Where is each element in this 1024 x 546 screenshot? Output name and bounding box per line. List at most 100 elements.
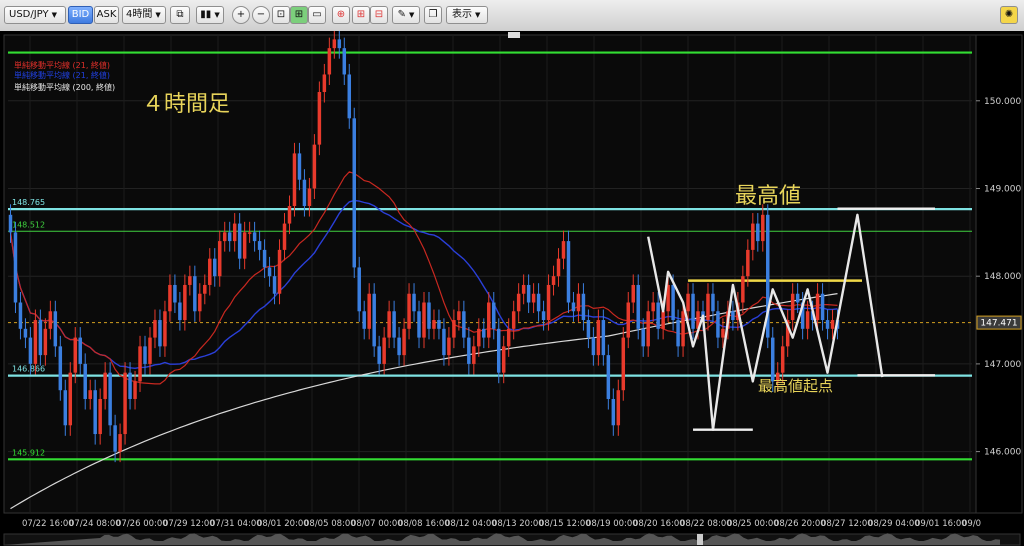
candle-body bbox=[407, 293, 411, 329]
candle-body bbox=[621, 337, 626, 391]
high-annotation: 最高値 bbox=[735, 184, 801, 209]
candle-body bbox=[412, 293, 416, 312]
candle-body bbox=[636, 284, 640, 329]
candle-body bbox=[242, 232, 247, 259]
bid-button[interactable]: BID bbox=[68, 6, 93, 24]
symbol-select[interactable]: USD/JPY ▼ bbox=[4, 6, 66, 24]
bar-chart-icon[interactable]: ▮▮ ▼ bbox=[196, 6, 224, 24]
candle-body bbox=[417, 311, 421, 338]
copy-icon[interactable]: ❐ bbox=[424, 6, 442, 24]
candle-body bbox=[158, 320, 162, 347]
symbol-label: USD/JPY bbox=[9, 9, 49, 20]
timeframe-select[interactable]: 4時間 ▼ bbox=[122, 6, 166, 24]
candle-body bbox=[721, 328, 725, 338]
candle-body bbox=[322, 74, 327, 93]
candle-body bbox=[641, 328, 645, 347]
candle-body bbox=[307, 188, 312, 207]
pencil-icon[interactable]: ✎ ▼ bbox=[392, 6, 420, 24]
candle-body bbox=[103, 372, 107, 399]
candle-body bbox=[53, 311, 58, 347]
candle-body bbox=[262, 249, 267, 268]
candle-body bbox=[546, 284, 551, 321]
x-tick-label: 08/12 04:00 bbox=[445, 519, 497, 529]
x-tick-label: 08/01 20:00 bbox=[257, 519, 309, 529]
candle-body bbox=[203, 284, 207, 294]
candle-body bbox=[267, 267, 272, 277]
candle-body bbox=[586, 320, 591, 338]
y-tick-label: 146.000 bbox=[984, 448, 1021, 458]
period-icon[interactable]: ⊞ bbox=[290, 6, 308, 24]
candle-body bbox=[402, 328, 406, 356]
candle-body bbox=[342, 48, 347, 75]
candle-body bbox=[606, 355, 611, 399]
candle-body bbox=[626, 302, 631, 338]
display-select[interactable]: 表示 ▼ bbox=[446, 6, 488, 24]
scroll-handle[interactable] bbox=[508, 32, 520, 38]
candle-body bbox=[222, 232, 227, 242]
chevron-down-icon: ▼ bbox=[475, 11, 481, 19]
window-icon[interactable]: ⧉ bbox=[170, 6, 190, 24]
level-label: 145.912 bbox=[12, 448, 45, 457]
overview-strip[interactable] bbox=[3, 533, 1021, 546]
y-tick-label: 150.000 bbox=[984, 97, 1021, 107]
candle-body bbox=[387, 311, 391, 338]
candle-body bbox=[397, 337, 401, 356]
candle-body bbox=[277, 249, 282, 294]
candle-body bbox=[795, 293, 800, 303]
candle-body bbox=[511, 311, 516, 329]
candle-body bbox=[820, 293, 825, 321]
x-tick-label: 08/20 16:00 bbox=[633, 519, 685, 529]
level-label: 146.866 bbox=[12, 365, 45, 374]
candle-body bbox=[108, 372, 112, 426]
candle-body bbox=[58, 346, 63, 391]
fit-icon[interactable]: ⊡ bbox=[272, 6, 290, 24]
legend-ma21-blue: 単純移動平均線 (21, 終値) bbox=[14, 70, 110, 80]
x-tick-label: 07/29 12:00 bbox=[163, 519, 215, 529]
add-indicator-icon[interactable]: ⊕ bbox=[332, 6, 350, 24]
candle-body bbox=[751, 223, 755, 250]
x-tick-label: 07/22 16:00 bbox=[22, 519, 74, 529]
candle-body bbox=[382, 337, 386, 364]
x-tick-label: 08/15 12:00 bbox=[539, 519, 591, 529]
chevron-down-icon: ▼ bbox=[51, 11, 57, 19]
screen-icon[interactable]: ▭ bbox=[308, 6, 326, 24]
candle-body bbox=[790, 293, 795, 321]
candle-body bbox=[362, 311, 366, 329]
candle-body bbox=[780, 346, 785, 373]
remove-chart-icon[interactable]: ⊟ bbox=[370, 6, 388, 24]
candle-body bbox=[332, 39, 337, 49]
candle-body bbox=[237, 223, 242, 259]
x-tick-label: 08/13 20:00 bbox=[492, 519, 544, 529]
add-chart-icon[interactable]: ⊞ bbox=[352, 6, 370, 24]
chevron-down-icon: ▼ bbox=[155, 11, 161, 19]
y-tick-label: 148.000 bbox=[984, 272, 1021, 282]
current-price-label: 147.471 bbox=[980, 319, 1017, 329]
candle-body bbox=[501, 346, 506, 373]
x-tick-label: 08/29 04:00 bbox=[868, 519, 920, 529]
candle-body bbox=[287, 206, 292, 224]
candle-body bbox=[227, 232, 232, 242]
candle-body bbox=[357, 267, 361, 312]
candle-body bbox=[193, 276, 197, 312]
ask-button[interactable]: ASK bbox=[94, 6, 119, 24]
legend-ma21-red: 単純移動平均線 (21, 終値) bbox=[14, 60, 110, 70]
candle-body bbox=[616, 390, 621, 426]
candle-body bbox=[302, 179, 307, 207]
candle-body bbox=[372, 293, 376, 347]
legend-ma200: 単純移動平均線 (200, 終値) bbox=[14, 82, 115, 92]
candle-body bbox=[706, 293, 710, 321]
zoom-in-icon[interactable]: + bbox=[232, 6, 250, 24]
candle-body bbox=[551, 276, 556, 285]
zoom-out-icon[interactable]: − bbox=[252, 6, 270, 24]
candle-body bbox=[292, 153, 297, 207]
candle-body bbox=[188, 276, 192, 285]
candle-body bbox=[536, 293, 541, 312]
candle-body bbox=[73, 337, 78, 373]
candle-body bbox=[68, 372, 73, 426]
candle-body bbox=[506, 328, 511, 347]
x-tick-label: 08/26 20:00 bbox=[774, 519, 826, 529]
candle-body bbox=[457, 311, 461, 321]
candle-body bbox=[437, 320, 441, 329]
candle-body bbox=[327, 48, 332, 75]
light-bulb-icon[interactable]: ✺ bbox=[1000, 6, 1018, 24]
